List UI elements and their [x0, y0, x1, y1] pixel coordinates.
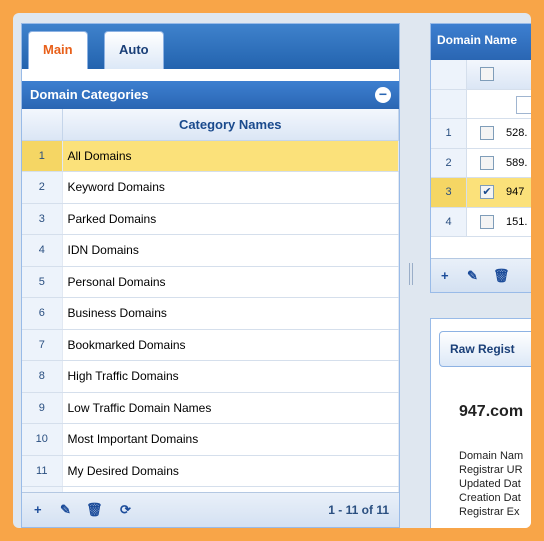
registration-panel: Raw Regist 947.com Domain Nam Registrar … [430, 318, 531, 528]
section-title: Domain Categories [30, 87, 149, 102]
category-name: Business Domains [62, 297, 399, 330]
domain-row[interactable]: 2 589. [431, 148, 531, 178]
category-row[interactable]: 7 Bookmarked Domains [22, 329, 399, 361]
edit-icon[interactable]: ✎ [60, 502, 71, 518]
category-name: Parked Domains [62, 203, 399, 235]
detail-line: Domain Nam [459, 450, 524, 462]
pager-info: 1 - 11 of 11 [328, 503, 389, 517]
edit-icon[interactable]: ✎ [467, 268, 478, 284]
domain-row[interactable]: 3 ✔ 947 [431, 178, 531, 208]
category-names-header[interactable]: Category Names [62, 109, 399, 141]
domain-name-cell: 151. [506, 215, 528, 228]
domain-name-cell: 528. [506, 127, 528, 139]
category-row[interactable]: 3 Parked Domains [22, 203, 399, 235]
category-row[interactable]: 11 My Desired Domains [22, 455, 399, 487]
select-all-checkbox[interactable] [480, 67, 494, 81]
delete-icon[interactable]: 🗑 [493, 268, 510, 284]
domain-names-panel: Domain Name 1 528. 2 589. 3 ✔ 947 4 151. + ✎ 🗑 [430, 23, 531, 293]
category-row[interactable]: 2 Keyword Domains [22, 171, 399, 204]
delete-icon[interactable]: 🗑 [86, 502, 103, 518]
tab-bar: Main Auto [22, 24, 399, 69]
detail-line: Registrar Ex [459, 506, 520, 518]
selected-domain: 947.com [459, 403, 524, 420]
row-number: 9 [22, 392, 63, 424]
row-number-header [431, 89, 467, 118]
row-number-header [431, 60, 467, 89]
collapse-icon[interactable]: − [375, 87, 391, 103]
row-number: 1 [22, 140, 63, 172]
row-number: 8 [22, 360, 63, 393]
registration-details: Domain Nam Registrar UR Updated Dat Crea… [459, 449, 523, 519]
category-name: My Desired Domains [62, 455, 399, 487]
row-checkbox[interactable] [480, 155, 494, 170]
categories-grid: Category Names 1 All Domains 2 Keyword Doma… [22, 109, 399, 519]
domain-name-cell: 947 [506, 186, 525, 198]
app-frame: Main Auto Domain Categories − Category N… [13, 13, 531, 528]
row-number: 7 [22, 329, 63, 361]
tab-main[interactable]: Main [28, 31, 88, 69]
category-row[interactable]: 5 Personal Domains [22, 266, 399, 298]
category-row[interactable]: 6 Business Domains [22, 297, 399, 330]
category-name: Most Important Domains [62, 423, 399, 456]
row-checkbox[interactable] [480, 214, 494, 229]
row-number: 1 [431, 119, 467, 148]
domain-row[interactable]: 4 151. [431, 207, 531, 237]
row-number: 3 [431, 178, 467, 207]
category-name: All Domains [62, 140, 399, 172]
category-name: High Traffic Domains [62, 360, 399, 393]
row-number: 2 [22, 171, 63, 204]
panel-splitter[interactable] [409, 263, 413, 285]
category-row[interactable]: 4 IDN Domains [22, 234, 399, 267]
categories-toolbar: + ✎ 🗑 ⟳ 1 - 11 of 11 [22, 492, 399, 527]
domain-names-toolbar: + ✎ 🗑 [431, 258, 531, 292]
detail-line: Registrar UR [459, 464, 523, 476]
row-number: 2 [431, 148, 467, 177]
row-number: 3 [22, 203, 63, 235]
category-name: IDN Domains [62, 234, 399, 267]
domain-name-cell: 589. [506, 156, 528, 169]
detail-line: Creation Dat [459, 492, 521, 504]
category-name: Personal Domains [62, 266, 399, 298]
tab-auto[interactable]: Auto [104, 31, 164, 69]
add-icon[interactable]: + [441, 268, 449, 283]
row-number: 10 [22, 423, 63, 456]
select-all-row [431, 60, 531, 90]
category-row[interactable]: 8 High Traffic Domains [22, 360, 399, 393]
domain-categories-header: Domain Categories − [22, 81, 399, 109]
category-name: Bookmarked Domains [62, 329, 399, 361]
domain-row[interactable]: 1 528. [431, 119, 531, 149]
row-number: 4 [431, 207, 467, 236]
row-number-header [22, 109, 63, 141]
left-panel: Main Auto Domain Categories − Category N… [21, 23, 400, 528]
add-icon[interactable]: + [34, 502, 42, 517]
filter-row [431, 89, 531, 119]
category-name: Low Traffic Domain Names [62, 392, 399, 424]
category-name: Keyword Domains [62, 171, 399, 204]
category-row[interactable]: 1 All Domains [22, 140, 399, 172]
detail-line: Updated Dat [459, 478, 521, 490]
category-row[interactable]: 10 Most Important Domains [22, 423, 399, 456]
row-number: 5 [22, 266, 63, 298]
domain-names-header: Domain Name [431, 24, 531, 60]
row-checkbox[interactable]: ✔ [480, 185, 494, 199]
row-checkbox[interactable] [480, 126, 494, 140]
category-row[interactable]: 9 Low Traffic Domain Names [22, 392, 399, 424]
filter-input[interactable] [516, 95, 531, 114]
refresh-icon[interactable]: ⟳ [120, 502, 131, 518]
tab-raw-registration[interactable]: Raw Regist [439, 331, 531, 367]
row-number: 11 [22, 455, 63, 487]
row-number: 4 [22, 234, 63, 267]
row-number: 6 [22, 297, 63, 330]
